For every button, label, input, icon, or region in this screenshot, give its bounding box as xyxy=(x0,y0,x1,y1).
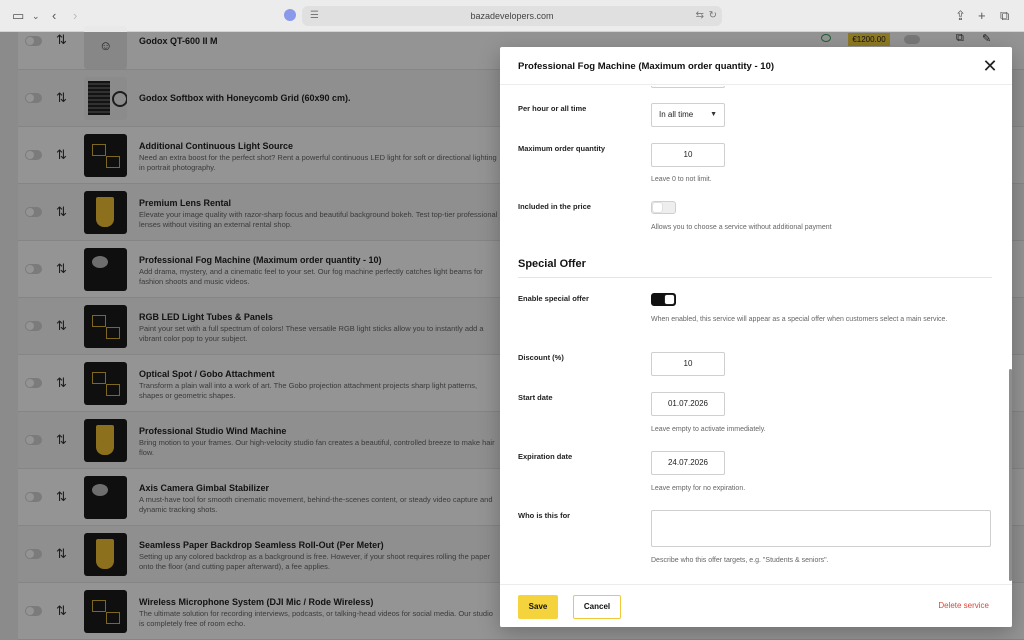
panel-scrollbar[interactable] xyxy=(1009,369,1012,581)
max-qty-hint: Leave 0 to not limit. xyxy=(651,176,712,183)
share-icon[interactable]: ⇪ xyxy=(955,8,966,24)
back-icon[interactable]: ‹ xyxy=(52,8,56,24)
discount-label: Discount (%) xyxy=(518,353,564,362)
edit-service-panel: Professional Fog Machine (Maximum order … xyxy=(500,47,1012,627)
max-qty-input[interactable]: 10 xyxy=(651,143,725,167)
special-offer-title: Special Offer xyxy=(518,258,586,270)
enable-offer-hint: When enabled, this service will appear a… xyxy=(651,316,948,323)
sidebar-toggle-icon[interactable]: ▭ xyxy=(12,8,24,24)
forward-icon[interactable]: › xyxy=(73,8,77,24)
start-date-label: Start date xyxy=(518,393,553,402)
who-textarea[interactable] xyxy=(651,510,991,547)
start-date-hint: Leave empty to activate immediately. xyxy=(651,426,766,433)
address-bar[interactable]: ☰ bazadevelopers.com ⇆ ↻ xyxy=(302,6,722,26)
start-date-input[interactable]: 01.07.2026 xyxy=(651,392,725,416)
expiration-date-input[interactable]: 24.07.2026 xyxy=(651,451,725,475)
save-button[interactable]: Save xyxy=(518,595,558,619)
tab-overview-icon[interactable]: ⧉ xyxy=(1000,8,1009,24)
expiration-date-hint: Leave empty for no expiration. xyxy=(651,485,746,492)
new-tab-icon[interactable]: + xyxy=(978,8,986,24)
delete-service-button[interactable]: Delete service xyxy=(938,601,989,610)
per-hour-select[interactable]: In all time ▼ xyxy=(651,103,725,127)
url-text: bazadevelopers.com xyxy=(470,11,554,21)
discount-input[interactable]: 10 xyxy=(651,352,725,376)
included-label: Included in the price xyxy=(518,202,591,211)
enable-offer-toggle[interactable] xyxy=(651,293,676,306)
panel-title: Professional Fog Machine (Maximum order … xyxy=(518,61,775,72)
chevron-down-icon[interactable]: ⌄ xyxy=(32,8,40,24)
per-hour-label: Per hour or all time xyxy=(518,104,587,113)
chevron-down-icon: ▼ xyxy=(710,111,717,118)
included-hint: Allows you to choose a service without a… xyxy=(651,224,832,231)
panel-body: Per hour or all time In all time ▼ Maxim… xyxy=(500,86,1012,584)
browser-toolbar: ▭ ⌄ ‹ › ☰ bazadevelopers.com ⇆ ↻ ⇪ + ⧉ xyxy=(0,0,1024,32)
expiration-date-label: Expiration date xyxy=(518,452,573,461)
section-divider xyxy=(518,277,992,278)
panel-footer: Save Cancel Delete service xyxy=(500,584,1012,627)
cancel-button[interactable]: Cancel xyxy=(573,595,621,619)
enable-offer-label: Enable special offer xyxy=(518,294,589,303)
privacy-shield-icon[interactable] xyxy=(284,9,296,21)
page-settings-icon[interactable]: ☰ xyxy=(310,6,319,26)
reload-icon[interactable]: ↻ xyxy=(709,6,717,26)
translate-icon[interactable]: ⇆ xyxy=(696,6,704,26)
max-qty-label: Maximum order quantity xyxy=(518,144,606,153)
per-hour-selected-value: In all time xyxy=(659,110,694,119)
panel-header: Professional Fog Machine (Maximum order … xyxy=(500,47,1012,85)
included-toggle[interactable] xyxy=(651,201,676,214)
who-label: Who is this for xyxy=(518,511,571,520)
who-hint: Describe who this offer targets, e.g. "S… xyxy=(651,557,829,564)
previous-field-input[interactable] xyxy=(651,86,725,88)
close-icon[interactable]: ✕ xyxy=(980,56,1000,76)
